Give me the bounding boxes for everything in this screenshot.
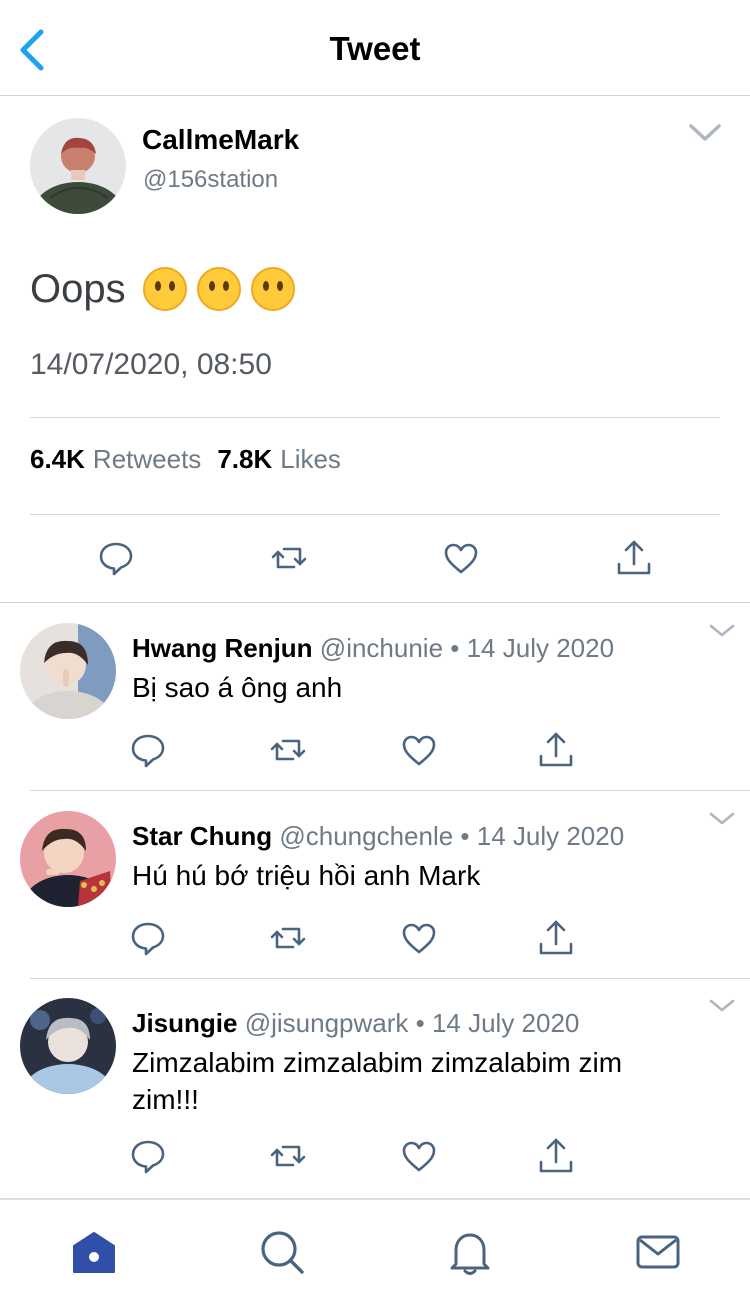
search-icon[interactable] bbox=[258, 1228, 306, 1276]
reply-text: Hú hú bớ triệu hồi anh Mark bbox=[132, 860, 481, 891]
reply-icon[interactable] bbox=[128, 730, 168, 770]
share-icon[interactable] bbox=[536, 1136, 576, 1176]
like-heart-icon[interactable] bbox=[399, 918, 439, 958]
avatar[interactable] bbox=[20, 623, 116, 719]
reply-icon[interactable] bbox=[128, 1136, 168, 1176]
reply-text: Zimzalabim zimzalabim zimzalabim zim zim… bbox=[132, 1047, 623, 1115]
author-handle[interactable]: @156station bbox=[143, 166, 278, 194]
main-tweet: CallmeMark @156station Oops 14/07/2020, … bbox=[0, 96, 750, 603]
divider bbox=[30, 514, 720, 515]
share-icon[interactable] bbox=[614, 538, 654, 578]
share-icon[interactable] bbox=[536, 730, 576, 770]
share-icon[interactable] bbox=[536, 918, 576, 958]
reply-options-chevron-icon[interactable] bbox=[708, 623, 736, 639]
bottom-tab-bar bbox=[0, 1198, 750, 1300]
reply-header: Star Chung @chungchenle • 14 July 2020 bbox=[132, 821, 624, 852]
tweet-text: Oops bbox=[30, 266, 126, 311]
author-name[interactable]: CallmeMark bbox=[142, 124, 299, 156]
top-bar: Tweet bbox=[0, 0, 750, 96]
retweets-count: 6.4K bbox=[30, 444, 85, 474]
like-heart-icon[interactable] bbox=[399, 730, 439, 770]
face-without-mouth-emoji-icon bbox=[196, 267, 241, 311]
reply-author-name[interactable]: Hwang Renjun bbox=[132, 633, 313, 663]
page-title: Tweet bbox=[329, 30, 421, 67]
reply-tweet[interactable]: Star Chung @chungchenle • 14 July 2020 H… bbox=[0, 791, 750, 979]
like-heart-icon[interactable] bbox=[441, 538, 481, 578]
likes-count: 7.8K bbox=[217, 444, 273, 474]
like-heart-icon[interactable] bbox=[399, 1136, 439, 1176]
face-without-mouth-emoji-icon bbox=[250, 267, 295, 311]
reply-tweet[interactable]: Hwang Renjun @inchunie • 14 July 2020 Bị… bbox=[0, 603, 750, 791]
likes-label: Likes bbox=[280, 444, 341, 474]
reply-icon[interactable] bbox=[96, 538, 136, 578]
reply-icon[interactable] bbox=[128, 918, 168, 958]
reply-tweet[interactable]: Jisungie @jisungpwark • 14 July 2020 Zim… bbox=[0, 978, 750, 1198]
reply-text: Bị sao á ông anh bbox=[132, 672, 343, 703]
home-icon[interactable] bbox=[70, 1228, 118, 1276]
likes-stat[interactable]: 7.8K Likes bbox=[217, 444, 341, 475]
reply-author-name[interactable]: Jisungie bbox=[132, 1008, 237, 1038]
reply-options-chevron-icon[interactable] bbox=[708, 998, 736, 1014]
retweet-icon[interactable] bbox=[269, 538, 309, 578]
tweet-stats: 6.4K Retweets 7.8K Likes bbox=[30, 444, 341, 475]
reply-meta: @jisungpwark • 14 July 2020 bbox=[244, 1008, 580, 1038]
reply-header: Hwang Renjun @inchunie • 14 July 2020 bbox=[132, 633, 614, 664]
retweet-icon[interactable] bbox=[268, 918, 308, 958]
reply-header: Jisungie @jisungpwark • 14 July 2020 bbox=[132, 1008, 579, 1039]
avatar[interactable] bbox=[20, 811, 116, 907]
retweets-stat[interactable]: 6.4K Retweets bbox=[30, 444, 201, 475]
messages-icon[interactable] bbox=[634, 1228, 682, 1276]
retweet-icon[interactable] bbox=[268, 730, 308, 770]
notifications-icon[interactable] bbox=[446, 1228, 494, 1276]
reply-options-chevron-icon[interactable] bbox=[708, 811, 736, 827]
reply-author-name[interactable]: Star Chung bbox=[132, 821, 272, 851]
tweet-text-row: Oops bbox=[30, 266, 296, 312]
reply-meta: @chungchenle • 14 July 2020 bbox=[279, 821, 625, 851]
avatar[interactable] bbox=[20, 998, 116, 1094]
retweet-icon[interactable] bbox=[268, 1136, 308, 1176]
reply-meta: @inchunie • 14 July 2020 bbox=[319, 633, 615, 663]
divider bbox=[30, 417, 720, 418]
face-without-mouth-emoji-icon bbox=[142, 267, 187, 311]
tweet-emojis bbox=[142, 266, 296, 312]
tweet-options-chevron-icon[interactable] bbox=[688, 122, 722, 144]
retweets-label: Retweets bbox=[92, 444, 202, 474]
avatar[interactable] bbox=[30, 118, 126, 214]
tweet-timestamp: 14/07/2020, 08:50 bbox=[30, 348, 272, 381]
